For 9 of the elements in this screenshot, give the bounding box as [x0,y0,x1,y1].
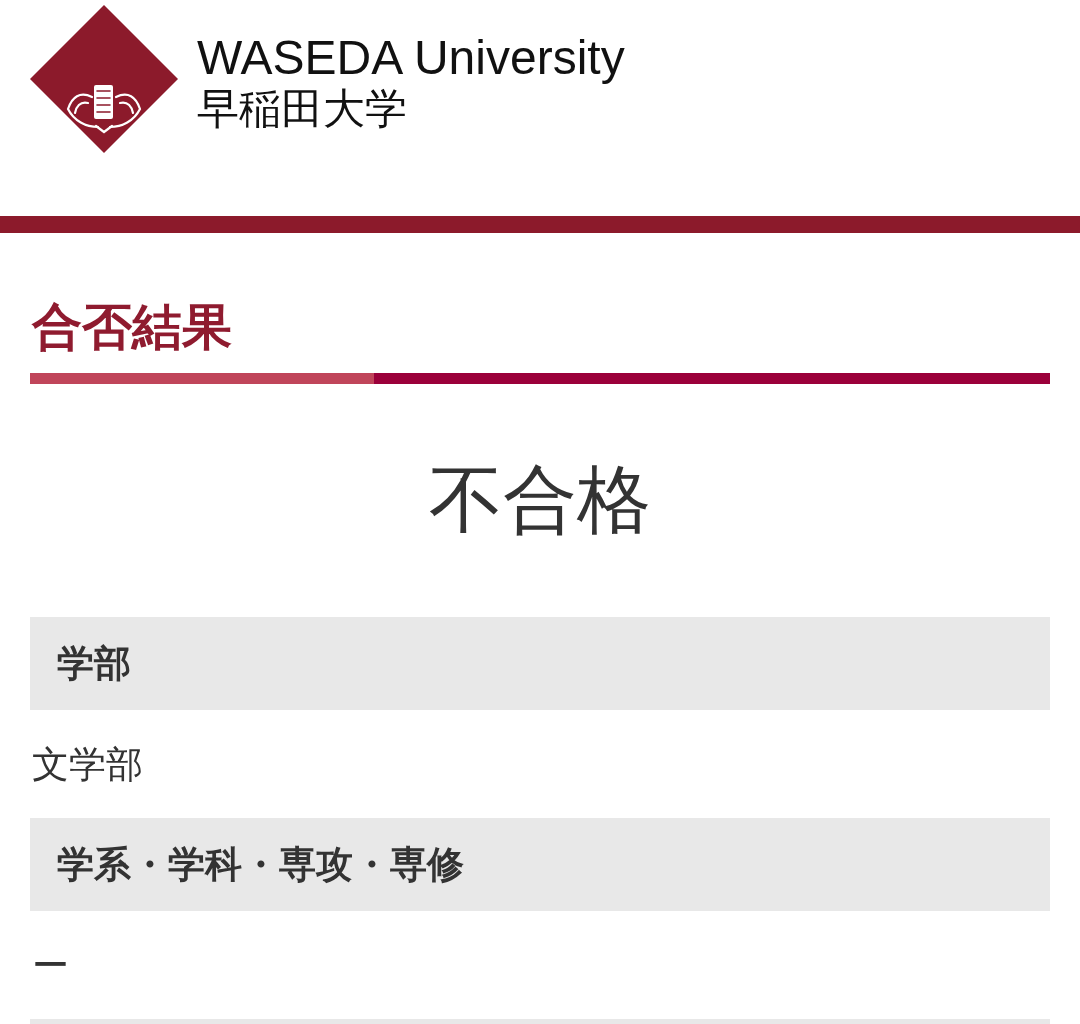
field-value: ー [32,946,69,984]
result-text: 不合格 [429,462,651,536]
logo-text: WASEDA University [197,34,625,82]
page-title: 合否結果 [32,302,232,352]
emblem-logo-icon [30,5,178,153]
logo-text: 早稲田大学 [197,88,407,130]
field-label: 学部 [57,645,131,682]
field-label: 学系・学科・専攻・専修 [57,846,464,883]
field-value: 文学部 [32,745,143,783]
